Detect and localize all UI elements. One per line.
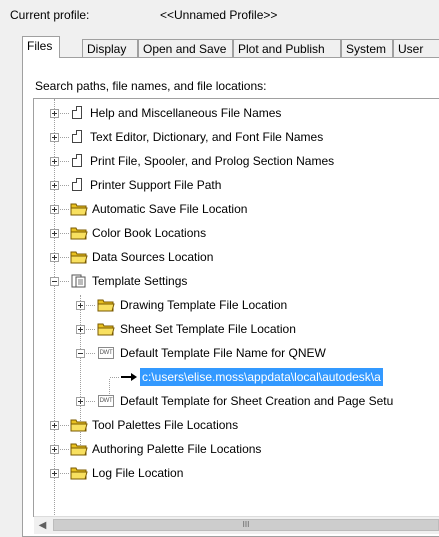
- profile-name: <<Unnamed Profile>>: [160, 8, 278, 22]
- selected-template-path[interactable]: c:\users\elise.moss\appdata\local\autode…: [140, 368, 383, 386]
- tree-item-sheet-set-template-location[interactable]: Sheet Set Template File Location: [34, 317, 439, 341]
- scroll-left-arrow-icon[interactable]: ◀: [34, 517, 51, 534]
- tree-item-template-settings[interactable]: Template Settings: [34, 269, 439, 293]
- expand-icon[interactable]: [50, 421, 59, 430]
- tree-item-color-book-locations[interactable]: Color Book Locations: [34, 221, 439, 245]
- expand-icon[interactable]: [50, 445, 59, 454]
- horizontal-scrollbar[interactable]: ◀ III: [34, 516, 439, 534]
- dwg-file-icon: DWT: [98, 347, 114, 359]
- tree-item-data-sources-location[interactable]: Data Sources Location: [34, 245, 439, 269]
- tab-files[interactable]: Files: [22, 36, 60, 58]
- folder-icon: [70, 203, 88, 216]
- expand-icon[interactable]: [76, 325, 85, 334]
- search-paths-caption: Search paths, file names, and file locat…: [35, 79, 267, 93]
- file-locations-tree[interactable]: Help and Miscellaneous File Names Text E…: [33, 98, 439, 517]
- folder-icon: [70, 251, 88, 264]
- tree-item-default-template-sheet-creation[interactable]: DWT Default Template for Sheet Creation …: [34, 389, 439, 413]
- expand-icon[interactable]: [50, 229, 59, 238]
- tree-item-log-file-location[interactable]: Log File Location: [34, 461, 439, 485]
- scrollbar-thumb[interactable]: III: [53, 519, 439, 531]
- collapse-icon[interactable]: [76, 349, 85, 358]
- document-icon: [72, 106, 82, 119]
- folder-icon: [97, 323, 115, 336]
- document-icon: [72, 130, 82, 143]
- expand-icon[interactable]: [50, 181, 59, 190]
- tree-item-printer-support-path[interactable]: Printer Support File Path: [34, 173, 439, 197]
- tree-item-authoring-palette-locations[interactable]: Authoring Palette File Locations: [34, 437, 439, 461]
- tab-open-and-save[interactable]: Open and Save: [138, 39, 233, 58]
- tree-item-automatic-save-location[interactable]: Automatic Save File Location: [34, 197, 439, 221]
- collapse-icon[interactable]: [50, 277, 59, 286]
- folder-icon: [70, 467, 88, 480]
- folder-icon: [97, 299, 115, 312]
- profile-label: Current profile:: [10, 8, 90, 22]
- tab-user[interactable]: User: [393, 39, 439, 58]
- tree-item-help-files[interactable]: Help and Miscellaneous File Names: [34, 101, 439, 125]
- expand-icon[interactable]: [50, 253, 59, 262]
- tab-system[interactable]: System: [341, 39, 393, 58]
- tree-item-tool-palettes-locations[interactable]: Tool Palettes File Locations: [34, 413, 439, 437]
- folder-icon: [70, 227, 88, 240]
- tab-plot-and-publish[interactable]: Plot and Publish: [233, 39, 341, 58]
- dwg-file-icon: DWT: [98, 395, 114, 407]
- tree-item-print-file-names[interactable]: Print File, Spooler, and Prolog Section …: [34, 149, 439, 173]
- document-icon: [72, 178, 82, 191]
- folder-icon: [70, 419, 88, 432]
- expand-icon[interactable]: [50, 133, 59, 142]
- tree-item-qnew-template-path[interactable]: c:\users\elise.moss\appdata\local\autode…: [34, 365, 439, 389]
- tree-item-default-template-qnew[interactable]: DWT Default Template File Name for QNEW: [34, 341, 439, 365]
- tab-display[interactable]: Display: [82, 39, 138, 58]
- arrow-icon: [121, 373, 137, 381]
- options-tabs: Files Display Open and Save Plot and Pub…: [22, 36, 439, 58]
- expand-icon[interactable]: [50, 205, 59, 214]
- expand-icon[interactable]: [76, 397, 85, 406]
- expand-icon[interactable]: [50, 469, 59, 478]
- tree-item-drawing-template-location[interactable]: Drawing Template File Location: [34, 293, 439, 317]
- tree-item-text-editor-files[interactable]: Text Editor, Dictionary, and Font File N…: [34, 125, 439, 149]
- profile-row: Current profile: <<Unnamed Profile>>: [10, 5, 439, 25]
- expand-icon[interactable]: [76, 301, 85, 310]
- template-settings-icon: [71, 274, 86, 288]
- folder-icon: [70, 443, 88, 456]
- expand-icon[interactable]: [50, 109, 59, 118]
- document-icon: [72, 154, 82, 167]
- expand-icon[interactable]: [50, 157, 59, 166]
